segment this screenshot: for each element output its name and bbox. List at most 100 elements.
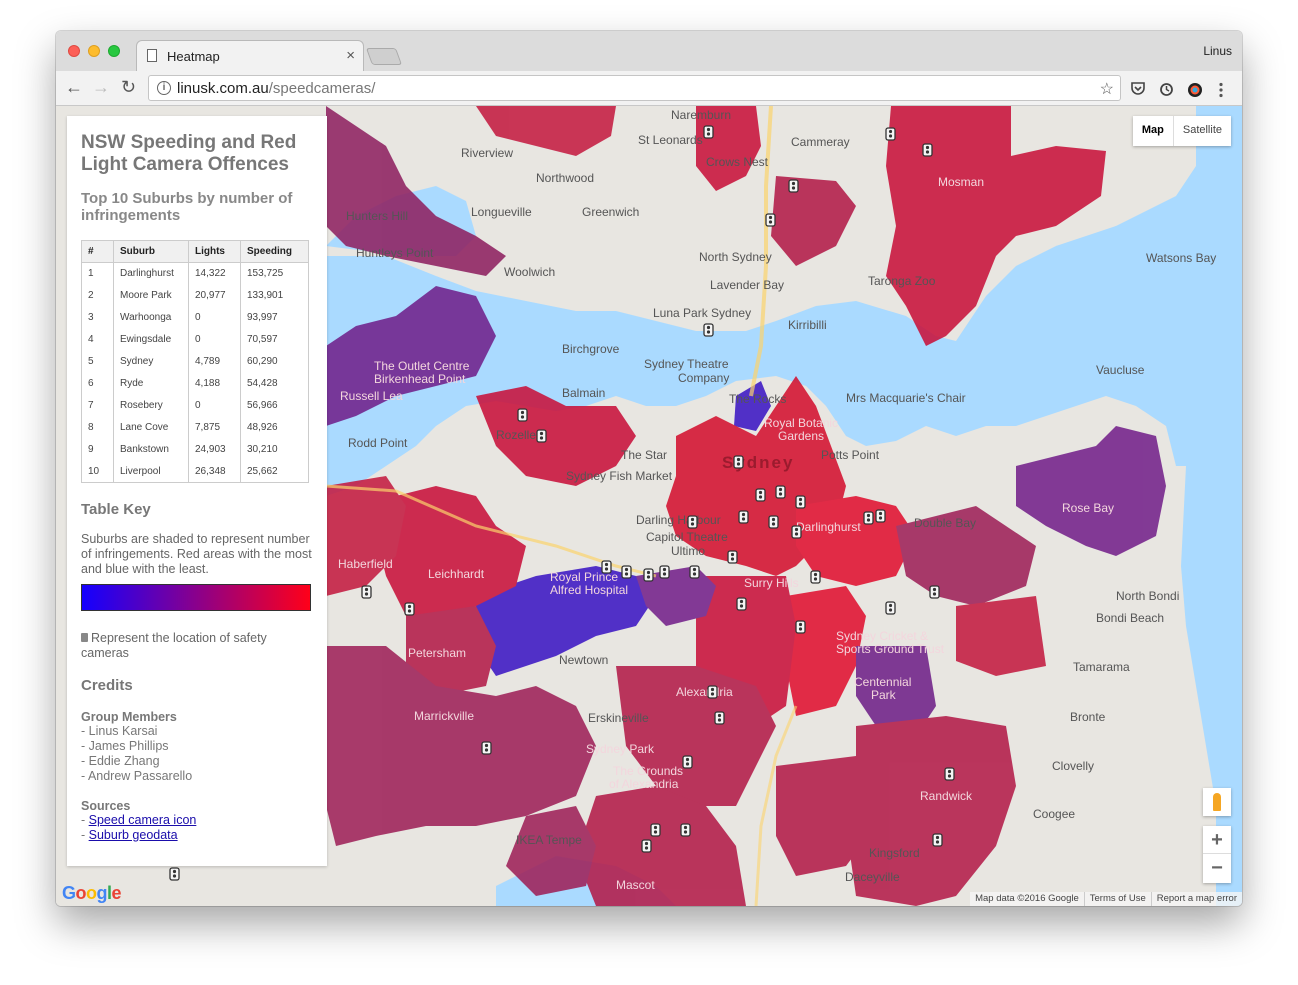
cell-lights: 0 (188, 394, 241, 417)
map-label: Sports Ground Trust (836, 642, 945, 656)
camera-marker[interactable] (680, 823, 691, 837)
address-bar[interactable]: i linusk.com.au/speedcameras/ ☆ (148, 75, 1121, 101)
tab-title: Heatmap (167, 49, 220, 64)
camera-marker[interactable] (755, 488, 766, 502)
map-label: Watsons Bay (1146, 251, 1216, 265)
maximize-window-button[interactable] (108, 45, 120, 57)
info-icon[interactable]: i (157, 81, 171, 95)
street-view-pegman[interactable] (1203, 788, 1231, 816)
cell-rank: 4 (81, 328, 114, 351)
camera-legend: Represent the location of safety cameras (81, 631, 313, 661)
source-prefix: - (81, 828, 89, 842)
camera-marker[interactable] (788, 179, 799, 193)
map-label: Randwick (920, 789, 973, 803)
back-icon[interactable]: ← (65, 77, 83, 98)
map-label: North Sydney (699, 250, 772, 264)
camera-marker[interactable] (714, 711, 725, 725)
pocket-icon[interactable] (1131, 82, 1145, 98)
camera-marker[interactable] (601, 560, 612, 574)
table-key-heading: Table Key (81, 501, 151, 518)
color-picker-icon[interactable] (1187, 82, 1203, 101)
camera-marker[interactable] (791, 525, 802, 539)
map-label: Vaucluse (1096, 363, 1145, 377)
zoom-out-button[interactable]: − (1203, 854, 1231, 882)
camera-marker[interactable] (875, 509, 886, 523)
camera-marker[interactable] (703, 323, 714, 337)
map-type-map-button[interactable]: Map (1133, 116, 1174, 146)
camera-marker[interactable] (169, 867, 180, 881)
camera-marker[interactable] (932, 833, 943, 847)
camera-marker[interactable] (687, 515, 698, 529)
cell-rank: 1 (81, 262, 114, 285)
camera-marker[interactable] (810, 570, 821, 584)
cell-suburb: Ryde (113, 372, 189, 395)
report-map-error-link[interactable]: Report a map error (1150, 892, 1242, 906)
camera-marker[interactable] (689, 565, 700, 579)
camera-marker[interactable] (775, 485, 786, 499)
source-prefix: - (81, 813, 89, 827)
map-container[interactable]: Naremburn St Leonards Cammeray Riverview… (56, 106, 1242, 906)
camera-marker[interactable] (929, 585, 940, 599)
camera-marker[interactable] (641, 839, 652, 853)
cell-rank: 5 (81, 350, 114, 373)
camera-marker[interactable] (643, 568, 654, 582)
camera-marker[interactable] (885, 601, 896, 615)
menu-dots-icon[interactable] (1218, 82, 1224, 101)
terms-of-use-link[interactable]: Terms of Use (1083, 892, 1151, 906)
camera-marker[interactable] (736, 597, 747, 611)
cell-lights: 20,977 (188, 284, 241, 307)
profile-name[interactable]: Linus (1203, 44, 1232, 58)
camera-marker[interactable] (795, 620, 806, 634)
camera-marker[interactable] (738, 510, 749, 524)
camera-marker[interactable] (517, 408, 528, 422)
camera-marker[interactable] (765, 213, 776, 227)
suburb-geodata-link[interactable]: Suburb geodata (89, 828, 178, 842)
camera-marker[interactable] (795, 495, 806, 509)
camera-marker[interactable] (361, 585, 372, 599)
map-label: Tamarama (1073, 660, 1130, 674)
minimize-window-button[interactable] (88, 45, 100, 57)
map-type-satellite-button[interactable]: Satellite (1174, 116, 1231, 146)
cell-suburb: Warhoonga (113, 306, 189, 329)
new-tab-button[interactable] (365, 48, 403, 65)
camera-marker[interactable] (703, 125, 714, 139)
reload-icon[interactable]: ↻ (121, 77, 136, 98)
zoom-in-button[interactable]: + (1203, 826, 1231, 854)
member-item: - Eddie Zhang (81, 754, 160, 768)
top10-table: # Suburb Lights Speeding 1 Darlinghurst 14… (81, 240, 309, 483)
table-title: Top 10 Suburbs by number of infringement… (81, 190, 293, 224)
map-label: Coogee (1033, 807, 1075, 821)
source-item: - Speed camera icon (81, 813, 313, 828)
camera-marker[interactable] (404, 602, 415, 616)
camera-marker[interactable] (481, 741, 492, 755)
map-attribution: Map data ©2016 Google Terms of Use Repor… (970, 892, 1242, 906)
close-window-button[interactable] (68, 45, 80, 57)
camera-marker[interactable] (659, 565, 670, 579)
tab-close-icon[interactable]: × (346, 47, 355, 64)
camera-marker[interactable] (621, 565, 632, 579)
google-logo[interactable]: Google (62, 883, 122, 904)
camera-marker[interactable] (885, 127, 896, 141)
map-label: Royal Botanic (764, 416, 838, 430)
tab-heatmap[interactable]: Heatmap × (136, 40, 364, 71)
camera-marker[interactable] (863, 511, 874, 525)
camera-marker[interactable] (536, 429, 547, 443)
camera-marker[interactable] (682, 755, 693, 769)
url-text[interactable]: linusk.com.au/speedcameras/ (177, 80, 375, 97)
camera-marker[interactable] (650, 823, 661, 837)
map-label: Riverview (461, 146, 513, 160)
camera-marker[interactable] (944, 767, 955, 781)
cell-speeding: 153,725 (240, 262, 309, 285)
camera-marker[interactable] (922, 143, 933, 157)
forward-icon[interactable]: → (92, 77, 110, 98)
bookmark-star-icon[interactable]: ☆ (1100, 79, 1114, 99)
url-host: linusk.com.au (177, 80, 269, 97)
camera-marker[interactable] (733, 455, 744, 469)
cell-lights: 26,348 (188, 460, 241, 483)
speed-camera-icon-link[interactable]: Speed camera icon (89, 813, 197, 827)
camera-marker[interactable] (707, 685, 718, 699)
camera-marker[interactable] (768, 515, 779, 529)
sync-extension-icon[interactable] (1159, 82, 1174, 100)
cell-lights: 0 (188, 306, 241, 329)
camera-marker[interactable] (727, 550, 738, 564)
